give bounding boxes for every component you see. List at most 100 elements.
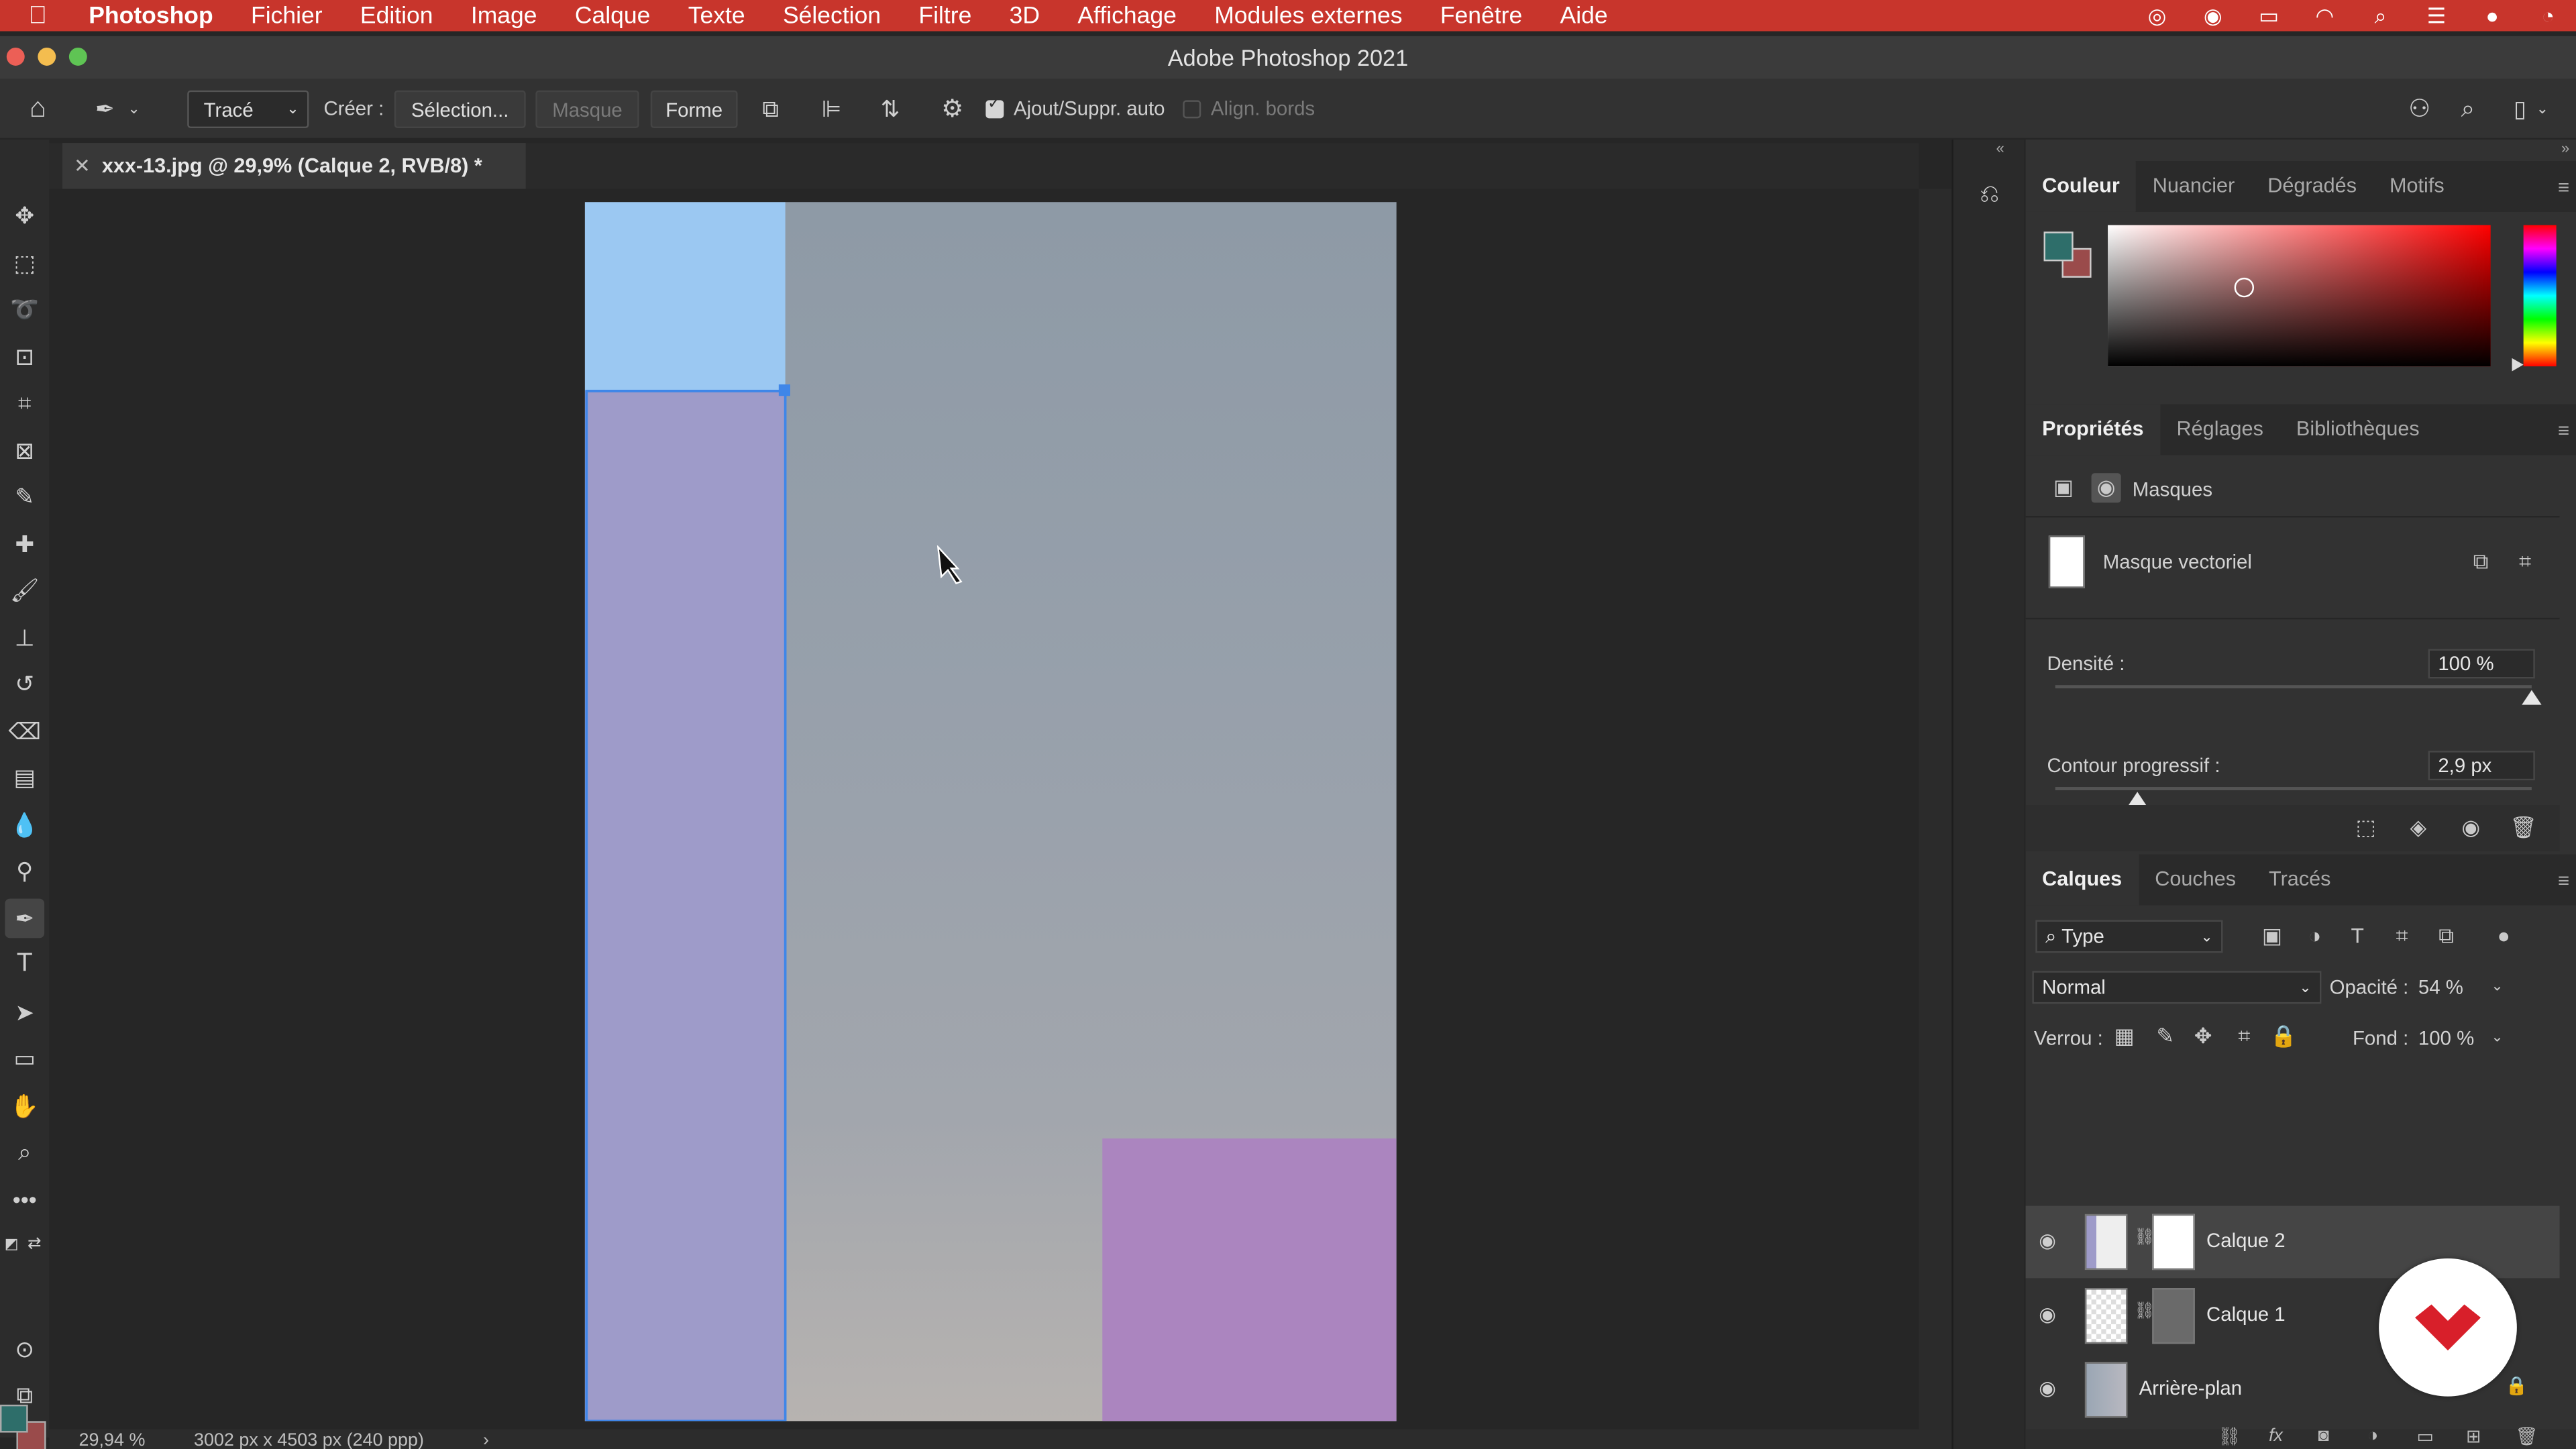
siri-icon[interactable]: ● bbox=[2464, 3, 2520, 28]
dodge-tool-icon[interactable]: ⚲ bbox=[5, 851, 44, 891]
fill-dropdown-icon[interactable]: ⌄ bbox=[2482, 1022, 2512, 1051]
hue-slider[interactable] bbox=[2523, 225, 2557, 367]
menu-selection[interactable]: Sélection bbox=[764, 3, 900, 29]
feather-field[interactable]: 2,9 px bbox=[2428, 751, 2535, 781]
tab-couleur[interactable]: Couleur bbox=[2025, 161, 2137, 212]
spotlight-icon[interactable]: ⌕ bbox=[2353, 3, 2408, 29]
color-field[interactable] bbox=[2108, 225, 2491, 367]
hue-slider-thumb[interactable] bbox=[2512, 358, 2524, 372]
minimize-window-icon[interactable] bbox=[38, 48, 56, 66]
tab-motifs[interactable]: Motifs bbox=[2373, 161, 2461, 212]
layer-mask-thumbnail[interactable] bbox=[2152, 1288, 2195, 1344]
more-tools-icon[interactable]: ••• bbox=[5, 1179, 44, 1219]
brush-tool-icon[interactable]: 🖌 bbox=[5, 570, 44, 610]
tab-reglages[interactable]: Réglages bbox=[2160, 404, 2279, 455]
fill-value[interactable]: 100 % bbox=[2418, 1027, 2474, 1050]
auto-add-delete-checkbox[interactable]: Ajout/Suppr. auto bbox=[985, 79, 1165, 138]
adjustment-layer-icon[interactable]: ◑ bbox=[2367, 1426, 2378, 1446]
learn-icon[interactable]: ⚇ bbox=[2408, 79, 2430, 138]
path-alignment-icon[interactable]: ⊫ bbox=[822, 79, 842, 138]
menu-edition[interactable]: Edition bbox=[341, 3, 452, 29]
home-icon[interactable]: ⌂ bbox=[16, 79, 59, 138]
vector-path-outline[interactable] bbox=[585, 202, 1397, 1421]
layer-mask-thumbnail[interactable] bbox=[2152, 1214, 2195, 1271]
creative-cloud-icon[interactable]: ◎ bbox=[2129, 3, 2185, 29]
crop-tool-icon[interactable]: ⌗ bbox=[5, 383, 44, 423]
filter-type-icon[interactable]: T bbox=[2343, 922, 2372, 951]
tab-bibliotheques[interactable]: Bibliothèques bbox=[2279, 404, 2436, 455]
density-slider[interactable] bbox=[2055, 685, 2532, 689]
folder-icon[interactable]: ▭ bbox=[2416, 1426, 2433, 1447]
apple-icon[interactable]:  bbox=[0, 1, 76, 30]
load-selection-icon[interactable]: ⬚ bbox=[2351, 813, 2381, 843]
filter-pixel-icon[interactable]: ▣ bbox=[2257, 922, 2287, 951]
lock-position-icon[interactable]: ✥ bbox=[2188, 1022, 2218, 1051]
anchor-point[interactable] bbox=[778, 384, 790, 396]
eye-icon[interactable]: ◉ bbox=[2039, 1377, 2056, 1399]
menu-fenetre[interactable]: Fenêtre bbox=[1421, 3, 1542, 29]
opacity-value[interactable]: 54 % bbox=[2418, 976, 2463, 999]
menu-aide[interactable]: Aide bbox=[1541, 3, 1626, 29]
tab-degrades[interactable]: Dégradés bbox=[2251, 161, 2373, 212]
tab-traces[interactable]: Tracés bbox=[2253, 854, 2347, 905]
menu-modules-externes[interactable]: Modules externes bbox=[1195, 3, 1421, 29]
add-mask-icon[interactable]: ◙ bbox=[2318, 1426, 2329, 1446]
status-arrow-icon[interactable]: › bbox=[483, 1431, 489, 1449]
vertical-scrollbar[interactable] bbox=[1919, 189, 1952, 1430]
document-tab[interactable]: ✕ xxx-13.jpg @ 29,9% (Calque 2, RVB/8) * bbox=[62, 143, 526, 189]
control-center-icon[interactable]: ☰ bbox=[2408, 3, 2464, 29]
pixel-mask-icon[interactable]: ▣ bbox=[2049, 473, 2078, 502]
search-icon[interactable]: ⌕ bbox=[2461, 79, 2475, 138]
close-tab-icon[interactable]: ✕ bbox=[62, 154, 102, 177]
battery-icon[interactable]: ▭ bbox=[2241, 3, 2296, 29]
select-mask-icon[interactable]: ⧉ bbox=[2466, 547, 2496, 577]
panel-menu-icon[interactable]: ≡ bbox=[2558, 869, 2569, 892]
trash-icon[interactable]: 🗑 bbox=[2509, 813, 2538, 843]
wifi-icon[interactable]: ◠ bbox=[2297, 3, 2353, 29]
healing-brush-icon[interactable]: ✚ bbox=[5, 524, 44, 564]
pen-tool-preset-icon[interactable]: ✒ ⌄ bbox=[95, 79, 140, 138]
zoom-window-icon[interactable] bbox=[68, 48, 87, 66]
rectangle-tool-icon[interactable]: ▭ bbox=[5, 1038, 44, 1078]
menu-filtre[interactable]: Filtre bbox=[900, 3, 990, 29]
panel-menu-icon[interactable]: ≡ bbox=[2558, 176, 2569, 199]
vector-mask-icon[interactable]: ◉ bbox=[2091, 473, 2121, 503]
apply-mask-icon[interactable]: ◈ bbox=[2404, 813, 2433, 843]
new-layer-icon[interactable]: ⊞ bbox=[2466, 1426, 2481, 1447]
path-arrangement-icon[interactable]: ⇅ bbox=[881, 79, 900, 138]
feather-slider[interactable] bbox=[2055, 787, 2532, 790]
eraser-icon[interactable]: ⌫ bbox=[5, 711, 44, 751]
trash-icon[interactable]: 🗑 bbox=[2515, 1426, 2538, 1447]
menu-fichier[interactable]: Fichier bbox=[232, 3, 341, 29]
foreground-color-swatch[interactable] bbox=[0, 1404, 28, 1433]
add-vector-mask-icon[interactable]: ⌗ bbox=[2510, 547, 2540, 577]
tab-nuancier[interactable]: Nuancier bbox=[2136, 161, 2251, 212]
clone-stamp-icon[interactable]: ⊥ bbox=[5, 618, 44, 657]
link-layers-icon[interactable]: ⛓ bbox=[2218, 1426, 2241, 1447]
collapse-dock-icon[interactable]: « bbox=[1996, 140, 2004, 156]
layer-filter-select[interactable]: ⌕ Type ⌄ bbox=[2035, 920, 2223, 953]
make-mask-button[interactable]: Masque bbox=[535, 90, 639, 129]
lasso-tool-icon[interactable]: ➰ bbox=[5, 289, 44, 329]
clock-icon[interactable]: ◔ bbox=[2520, 3, 2576, 28]
path-selection-icon[interactable]: ➤ bbox=[5, 992, 44, 1032]
color-picker-handle[interactable] bbox=[2234, 277, 2255, 298]
menu-image[interactable]: Image bbox=[452, 3, 556, 29]
filter-toggle-icon[interactable]: ● bbox=[2489, 922, 2518, 951]
eyedropper-icon[interactable]: ✎ bbox=[5, 476, 44, 516]
blur-tool-icon[interactable]: 💧 bbox=[5, 805, 44, 845]
color-panel-fg-swatch[interactable] bbox=[2043, 231, 2074, 262]
density-field[interactable]: 100 % bbox=[2428, 649, 2535, 679]
swap-colors-icon[interactable]: ⇄ bbox=[23, 1224, 46, 1264]
density-slider-thumb[interactable] bbox=[2522, 690, 2542, 705]
zoom-level[interactable]: 29,94 % bbox=[79, 1431, 146, 1449]
panel-menu-icon[interactable]: ≡ bbox=[2558, 419, 2569, 441]
filter-shape-icon[interactable]: ⌗ bbox=[2387, 922, 2416, 951]
lock-artboard-icon[interactable]: ⌗ bbox=[2229, 1022, 2259, 1051]
lock-pixels-icon[interactable]: ✎ bbox=[2151, 1022, 2180, 1051]
gear-icon[interactable]: ⚙ bbox=[941, 79, 963, 138]
filter-smart-object-icon[interactable]: ⧉ bbox=[2432, 922, 2461, 951]
menu-affichage[interactable]: Affichage bbox=[1059, 3, 1195, 29]
eye-icon[interactable]: ◉ bbox=[2039, 1229, 2056, 1252]
menu-3d[interactable]: 3D bbox=[991, 3, 1059, 29]
